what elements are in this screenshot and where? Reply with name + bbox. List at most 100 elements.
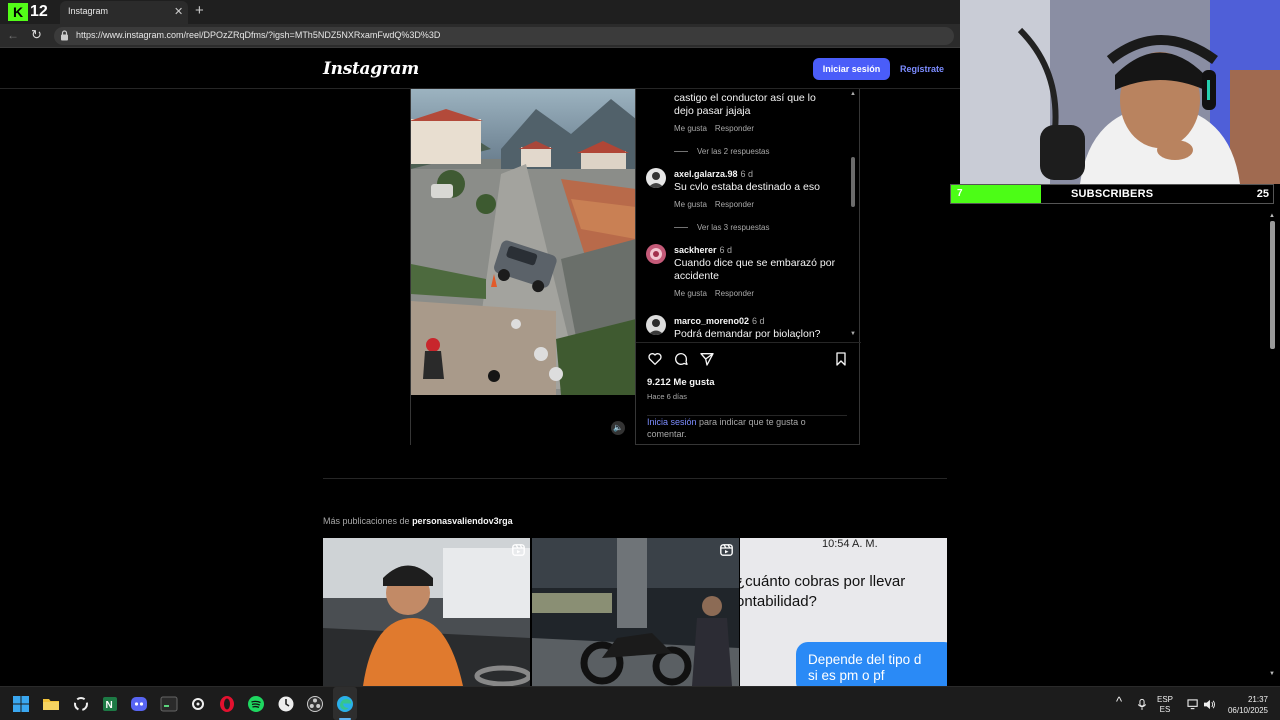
back-button[interactable]: ← xyxy=(7,28,19,42)
comment-like-link[interactable]: Me gusta xyxy=(674,124,707,133)
comment-username[interactable]: axel.galarza.98 6 d xyxy=(674,169,753,179)
comment-reply-link[interactable]: Responder xyxy=(715,200,754,209)
instagram-header: Instagram Iniciar sesión Regístrate xyxy=(0,48,960,89)
comment-text: Podrá demandar por biolaçlon? xyxy=(674,328,821,340)
obs-icon[interactable] xyxy=(306,695,324,713)
scrollbar-thumb[interactable] xyxy=(1270,221,1275,349)
avatar[interactable] xyxy=(646,315,666,335)
more-posts-grid: 10:54 A. M. ¿cuánto cobras por llevar on… xyxy=(323,538,947,686)
comment-text-line: Cuando dice que se embarazó por xyxy=(674,257,836,269)
new-tab-button[interactable]: + xyxy=(195,2,204,19)
login-to-like-note: Inicia sesión para indicar que te gusta … xyxy=(647,415,847,440)
tab-instagram[interactable]: Instagram ✕ xyxy=(60,1,188,24)
close-tab-icon[interactable]: ✕ xyxy=(174,5,183,19)
subscriber-goal-bar: 7 SUBSCRIBERS 25 xyxy=(950,184,1274,204)
reel-icon xyxy=(512,544,525,556)
browser-tabbar: K 12 Instagram ✕ + xyxy=(0,0,960,24)
comment-username[interactable]: marco_moreno02 6 d xyxy=(674,316,765,326)
comment-text-line: dejo pasar jajaja xyxy=(674,105,751,117)
svg-text:N: N xyxy=(106,700,113,711)
windows-start-icon[interactable] xyxy=(12,695,30,713)
thumbnail-image xyxy=(532,538,739,686)
clock-app-icon[interactable] xyxy=(277,695,295,713)
comments-scrollbar[interactable]: ▲ ▼ xyxy=(849,91,857,341)
comment-actions: Me gusta Responder xyxy=(674,289,762,298)
section-divider xyxy=(323,478,947,479)
post-thumbnail[interactable] xyxy=(532,538,739,686)
network-icon[interactable] xyxy=(1187,699,1200,710)
message-bubble-reply: Depende del tipo d si es pm o pf xyxy=(796,642,947,686)
tray-overflow-icon[interactable]: ^ xyxy=(1116,694,1122,709)
like-count[interactable]: 9.212 Me gusta xyxy=(647,377,715,388)
comment-age: 6 d xyxy=(719,245,733,255)
comment-reply-link[interactable]: Responder xyxy=(715,289,754,298)
comment-text: Su cvlo estaba destinado a eso xyxy=(674,181,820,193)
page-scrollbar[interactable]: ▲ ▼ xyxy=(1266,205,1280,686)
more-posts-account[interactable]: personasvaliendov3rga xyxy=(412,516,513,526)
post-thumbnail[interactable] xyxy=(323,538,530,686)
subscriber-count: 7 xyxy=(957,188,963,199)
view-replies-link[interactable]: Ver las 2 respuestas xyxy=(674,147,769,156)
mute-button[interactable]: 🔈 xyxy=(611,421,625,435)
register-link[interactable]: Regístrate xyxy=(900,58,944,80)
reload-button[interactable]: ↻ xyxy=(31,27,42,43)
taskbar: N ^ ESP ES 21:37 06/10/2025 xyxy=(0,686,1280,720)
comment-like-link[interactable]: Me gusta xyxy=(674,200,707,209)
excel-icon[interactable]: N xyxy=(101,695,119,713)
login-button[interactable]: Iniciar sesión xyxy=(813,58,890,80)
volume-icon[interactable] xyxy=(1203,699,1216,710)
heart-icon[interactable] xyxy=(647,351,663,367)
microphone-icon[interactable] xyxy=(1137,698,1147,711)
steam-icon[interactable] xyxy=(189,695,207,713)
discord-icon[interactable] xyxy=(130,695,148,713)
reel-post: 🔈 castigo el conductor así que lo dejo p… xyxy=(410,89,861,445)
bookmark-icon[interactable] xyxy=(833,351,849,367)
spotify-icon[interactable] xyxy=(247,695,265,713)
webcam-feed xyxy=(960,0,1280,184)
terminal-icon[interactable] xyxy=(160,695,178,713)
comment-text-line: accidente xyxy=(674,270,719,282)
tab-title: Instagram xyxy=(68,6,109,16)
message-bubble-question: ¿cuánto cobras por llevar ontabilidad? xyxy=(740,573,906,610)
avatar[interactable] xyxy=(646,168,666,188)
comment-icon[interactable] xyxy=(673,351,689,367)
thumbnail-image xyxy=(323,538,530,686)
more-posts-title: Más publicaciones de personasvaliendov3r… xyxy=(323,516,513,526)
address-bar-row: ← ↻ https://www.instagram.com/reel/DPOzZ… xyxy=(0,24,960,48)
instagram-logo[interactable]: Instagram xyxy=(323,59,419,79)
comments-panel: castigo el conductor así que lo dejo pas… xyxy=(636,89,861,342)
post-thumbnail[interactable]: 10:54 A. M. ¿cuánto cobras por llevar on… xyxy=(740,538,947,686)
scroll-up-arrow-icon[interactable]: ▲ xyxy=(850,91,856,97)
share-icon[interactable] xyxy=(699,351,715,367)
scroll-down-arrow-icon[interactable]: ▼ xyxy=(1269,671,1275,677)
login-link[interactable]: Inicia sesión xyxy=(647,417,697,427)
system-clock[interactable]: 21:37 06/10/2025 xyxy=(1222,694,1268,716)
comment-text-line: castigo el conductor así que lo xyxy=(674,92,816,104)
post-date: Hace 6 días xyxy=(647,392,688,401)
url-field[interactable]: https://www.instagram.com/reel/DPOzZRqDf… xyxy=(54,27,954,45)
reel-video[interactable]: 🔈 xyxy=(411,89,636,445)
replies-dash xyxy=(674,151,688,153)
comment-age: 6 d xyxy=(752,316,765,326)
scroll-down-arrow-icon[interactable]: ▼ xyxy=(850,331,856,337)
kick-number: 12 xyxy=(30,3,48,20)
reel-icon xyxy=(720,544,733,556)
avatar[interactable] xyxy=(646,244,666,264)
sync-app-icon[interactable] xyxy=(72,695,90,713)
comment-like-link[interactable]: Me gusta xyxy=(674,289,707,298)
opera-icon[interactable] xyxy=(218,695,236,713)
view-replies-link[interactable]: Ver las 3 respuestas xyxy=(674,223,769,232)
comment-username[interactable]: sackherer 6 d xyxy=(674,245,732,255)
url-text: https://www.instagram.com/reel/DPOzZRqDf… xyxy=(76,30,441,40)
site-info-icon[interactable] xyxy=(60,30,69,41)
file-explorer-icon[interactable] xyxy=(42,695,60,713)
input-language[interactable]: ESP ES xyxy=(1157,695,1173,715)
scrollbar-thumb[interactable] xyxy=(851,157,855,207)
video-frame-image xyxy=(411,89,635,395)
edge-browser-icon[interactable] xyxy=(336,695,354,713)
post-actions: 9.212 Me gusta Hace 6 días Inicia sesión… xyxy=(636,342,861,445)
instagram-page: Instagram Iniciar sesión Regístrate 🔈 ca… xyxy=(0,48,960,686)
comment-reply-link[interactable]: Responder xyxy=(715,124,754,133)
message-time: 10:54 A. M. xyxy=(822,538,878,550)
scroll-up-arrow-icon[interactable]: ▲ xyxy=(1269,213,1275,219)
